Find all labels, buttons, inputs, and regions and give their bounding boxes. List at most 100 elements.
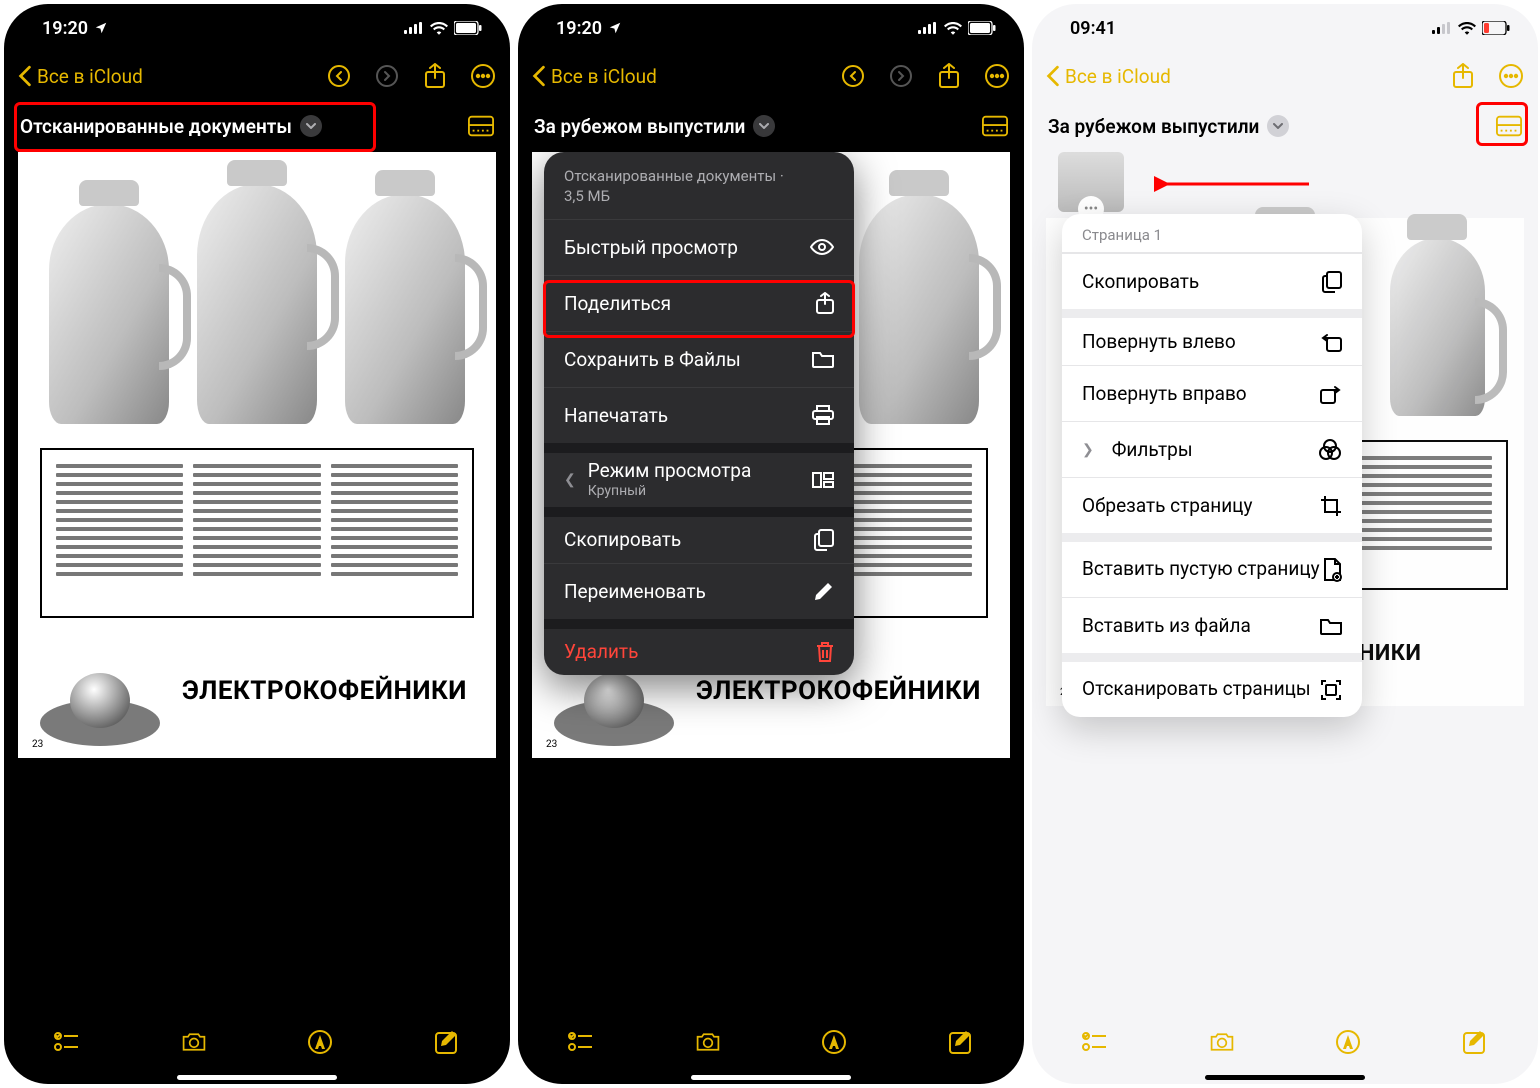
toolbar: [518, 1014, 1024, 1070]
redo-button[interactable]: [374, 63, 400, 89]
sheet-row-copy[interactable]: Скопировать: [544, 507, 854, 563]
checklist-button[interactable]: [568, 1029, 594, 1055]
page-plus-icon: [1322, 558, 1342, 582]
phone-screenshot-1: 19:20 Все в iCloud Отсканированные докум…: [4, 4, 510, 1084]
sheet-header-line2: 3,5 МБ: [564, 186, 834, 206]
share-button[interactable]: [936, 63, 962, 89]
toolbar: [1032, 1014, 1538, 1070]
sheet-row-view-mode[interactable]: ❮Режим просмотраКрупный: [544, 443, 854, 507]
undo-button[interactable]: [840, 63, 866, 89]
ellipsis-circle-icon: [470, 63, 496, 89]
scanned-document[interactable]: ЭЛЕКТРОКОФЕЙНИКИ 23: [18, 152, 496, 758]
markup-button[interactable]: [307, 1029, 333, 1055]
back-button[interactable]: Все в iCloud: [18, 65, 143, 88]
eye-icon: [810, 239, 834, 255]
rotate-left-icon: [1320, 332, 1342, 352]
home-indicator[interactable]: [177, 1075, 337, 1080]
note-title-bar: За рубежом выпустили: [518, 100, 1024, 152]
home-indicator[interactable]: [1205, 1075, 1365, 1080]
title-chevron[interactable]: [753, 115, 775, 137]
menu-row-insert-blank[interactable]: Вставить пустую страницу: [1062, 533, 1362, 597]
markup-button[interactable]: [821, 1029, 847, 1055]
back-button[interactable]: Все в iCloud: [532, 65, 657, 88]
navigation-bar: Все в iCloud: [518, 52, 1024, 100]
camera-button[interactable]: [695, 1029, 721, 1055]
checklist-button[interactable]: [1082, 1029, 1108, 1055]
redo-icon: [375, 64, 399, 88]
menu-row-scan-pages[interactable]: Отсканировать страницы: [1062, 653, 1362, 717]
menu-row-rotate-right[interactable]: Повернуть вправо: [1062, 365, 1362, 421]
share-button[interactable]: [1450, 63, 1476, 89]
share-icon: [424, 63, 446, 89]
status-bar: 19:20: [518, 4, 1024, 52]
page-context-menu: Страница 1 Скопировать Повернуть влево П…: [1062, 214, 1362, 717]
sheet-row-print[interactable]: Напечатать: [544, 387, 854, 443]
battery-icon: [454, 21, 482, 35]
note-title-chip[interactable]: За рубежом выпустили: [1048, 115, 1289, 138]
pencil-icon: [814, 581, 834, 601]
sheet-header-line1: Отсканированные документы ·: [564, 166, 834, 186]
wifi-icon: [944, 21, 962, 35]
phone-screenshot-3: 09:41 Все в iCloud За рубежом выпустили …: [1032, 4, 1538, 1084]
menu-row-filters[interactable]: ❯Фильтры: [1062, 421, 1362, 477]
menu-row-crop[interactable]: Обрезать страницу: [1062, 477, 1362, 533]
menu-row-rotate-left[interactable]: Повернуть влево: [1062, 309, 1362, 365]
document-content: ЭЛЕКТРОКОФЕЙНИКИ 23: [18, 152, 496, 758]
signal-icon: [1432, 22, 1452, 34]
trash-icon: [816, 641, 834, 663]
arrow-annotation: [1154, 164, 1314, 204]
more-button[interactable]: [470, 63, 496, 89]
redo-button[interactable]: [888, 63, 914, 89]
undo-button[interactable]: [326, 63, 352, 89]
note-title-chip[interactable]: За рубежом выпустили: [534, 115, 775, 138]
title-chevron[interactable]: [300, 115, 322, 137]
wifi-icon: [1458, 21, 1476, 35]
document-brand-text: ЭЛЕКТРОКОФЕЙНИКИ: [182, 676, 467, 706]
filters-icon: [1318, 439, 1342, 461]
compose-button[interactable]: [434, 1029, 460, 1055]
note-title: За рубежом выпустили: [534, 115, 745, 138]
sheet-row-rename[interactable]: Переименовать: [544, 563, 854, 619]
sheet-row-delete[interactable]: Удалить: [544, 619, 854, 675]
copy-icon: [814, 529, 834, 551]
more-button[interactable]: [984, 63, 1010, 89]
share-icon: [816, 292, 834, 314]
home-indicator[interactable]: [691, 1075, 851, 1080]
document-page-number: 23: [32, 739, 43, 750]
folder-icon: [1320, 617, 1342, 635]
menu-row-copy[interactable]: Скопировать: [1062, 253, 1362, 309]
scan-tray-button[interactable]: [1496, 113, 1522, 139]
menu-row-insert-file[interactable]: Вставить из файла: [1062, 597, 1362, 653]
wifi-icon: [430, 21, 448, 35]
checklist-icon: [54, 1031, 80, 1053]
document-action-sheet: Отсканированные документы · 3,5 МБ Быстр…: [544, 152, 854, 675]
camera-button[interactable]: [1209, 1029, 1235, 1055]
phone-screenshot-2: 19:20 Все в iCloud За рубежом выпустили: [518, 4, 1024, 1084]
compose-icon: [434, 1029, 460, 1055]
scan-tray-button[interactable]: [468, 113, 494, 139]
note-title-bar: Отсканированные документы: [4, 100, 510, 152]
compose-button[interactable]: [948, 1029, 974, 1055]
note-title-chip[interactable]: Отсканированные документы: [20, 115, 322, 138]
more-button[interactable]: [1498, 63, 1524, 89]
markup-icon: [307, 1029, 333, 1055]
markup-button[interactable]: [1335, 1029, 1361, 1055]
camera-button[interactable]: [181, 1029, 207, 1055]
title-chevron[interactable]: [1267, 115, 1289, 137]
note-title: Отсканированные документы: [20, 115, 292, 138]
status-time: 19:20: [556, 18, 602, 39]
scan-tray-button[interactable]: [982, 113, 1008, 139]
copy-icon: [1322, 271, 1342, 293]
chevron-right-icon: ❯: [1082, 442, 1094, 458]
share-button[interactable]: [422, 63, 448, 89]
compose-button[interactable]: [1462, 1029, 1488, 1055]
undo-icon: [327, 64, 351, 88]
checklist-button[interactable]: [54, 1029, 80, 1055]
sheet-row-quicklook[interactable]: Быстрый просмотр: [544, 219, 854, 275]
back-button[interactable]: Все в iCloud: [1046, 65, 1171, 88]
sheet-row-save-files[interactable]: Сохранить в Файлы: [544, 331, 854, 387]
back-label: Все в iCloud: [1065, 65, 1171, 88]
page-thumbnail[interactable]: •••: [1058, 152, 1124, 212]
status-bar: 09:41: [1032, 4, 1538, 52]
sheet-row-share[interactable]: Поделиться: [544, 275, 854, 331]
